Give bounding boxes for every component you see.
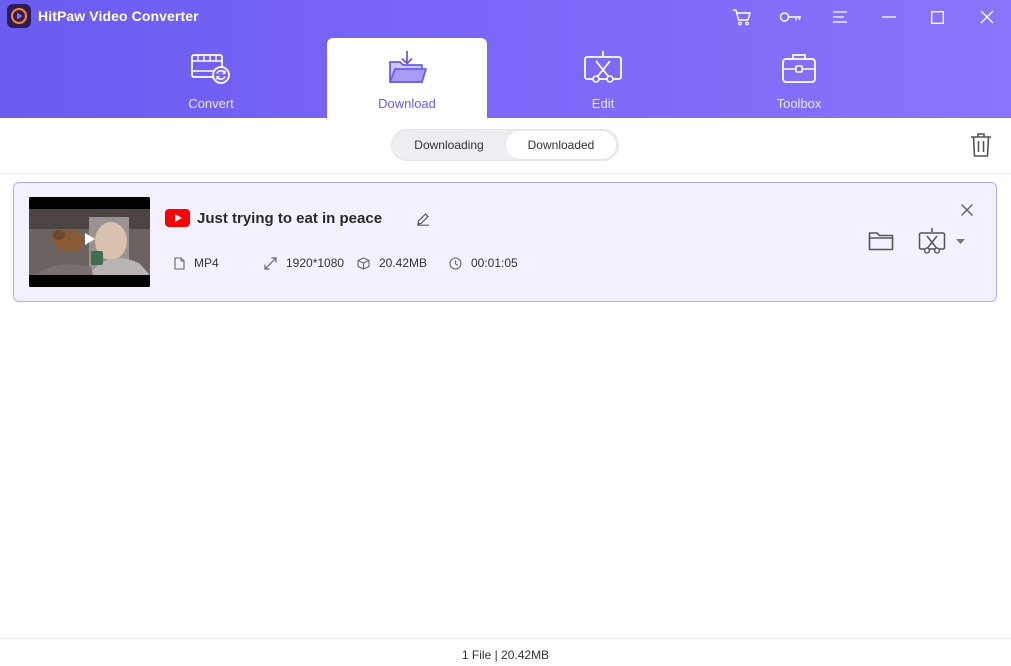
license-key-button[interactable] <box>766 0 815 34</box>
download-status-switch: Downloading Downloaded <box>391 129 619 161</box>
pencil-icon[interactable] <box>416 212 430 226</box>
app-logo <box>7 4 31 28</box>
duration-value: 00:01:05 <box>471 256 518 270</box>
maximize-icon <box>931 10 944 24</box>
tab-label: Edit <box>591 96 615 111</box>
status-bar: 1 File | 20.42MB <box>0 638 1011 666</box>
key-icon <box>779 12 801 22</box>
video-thumbnail[interactable] <box>29 197 150 287</box>
close-window-button[interactable] <box>962 0 1011 34</box>
resolution-icon <box>264 256 277 270</box>
trash-icon[interactable] <box>969 132 993 158</box>
caret-down-icon[interactable] <box>956 239 965 244</box>
resolution-meta: 1920*1080 <box>264 256 344 270</box>
film-convert-icon <box>191 54 230 84</box>
download-folder-icon <box>389 51 427 83</box>
cart-icon <box>732 9 751 26</box>
tab-convert[interactable]: Convert <box>131 38 291 118</box>
size-value: 20.42MB <box>379 256 428 270</box>
tab-edit[interactable]: Edit <box>523 38 683 118</box>
cart-button[interactable] <box>717 0 766 34</box>
format-value: MP4 <box>194 256 219 270</box>
app-title: HitPaw Video Converter <box>38 8 199 24</box>
tab-label: Download <box>378 96 436 111</box>
scissors-edit-icon[interactable] <box>918 227 946 255</box>
main-tabs: Convert Download Edit Toolbox <box>0 38 1011 118</box>
window-controls <box>717 0 1011 34</box>
menu-icon <box>832 11 847 23</box>
close-icon <box>980 10 993 24</box>
folder-icon[interactable] <box>868 231 894 251</box>
maximize-button[interactable] <box>913 0 962 34</box>
downloaded-item[interactable]: Just trying to eat in peace MP4 1920*108… <box>13 182 997 302</box>
youtube-icon <box>165 209 190 227</box>
duration-meta: 00:01:05 <box>449 256 518 270</box>
title-bar: HitPaw Video Converter Convert Download … <box>0 0 1011 118</box>
resolution-value: 1920*1080 <box>286 256 345 270</box>
downloading-tab[interactable]: Downloading <box>394 131 504 159</box>
sub-toolbar: Downloading Downloaded <box>0 118 1011 174</box>
minimize-button[interactable] <box>864 0 913 34</box>
minimize-icon <box>881 16 896 18</box>
file-icon <box>174 256 185 270</box>
clock-icon <box>449 256 462 270</box>
downloaded-tab[interactable]: Downloaded <box>506 131 616 159</box>
scissors-edit-icon <box>584 51 622 83</box>
format-meta: MP4 <box>174 256 219 270</box>
menu-button[interactable] <box>815 0 864 34</box>
box-icon <box>357 256 370 270</box>
tab-label: Toolbox <box>776 96 822 111</box>
tab-download[interactable]: Download <box>327 38 487 118</box>
tab-label: Convert <box>188 96 234 111</box>
toolbox-icon <box>782 54 816 83</box>
size-meta: 20.42MB <box>357 256 427 270</box>
video-title: Just trying to eat in peace <box>197 210 383 227</box>
tab-toolbox[interactable]: Toolbox <box>719 38 879 118</box>
remove-item-icon[interactable] <box>960 203 974 217</box>
